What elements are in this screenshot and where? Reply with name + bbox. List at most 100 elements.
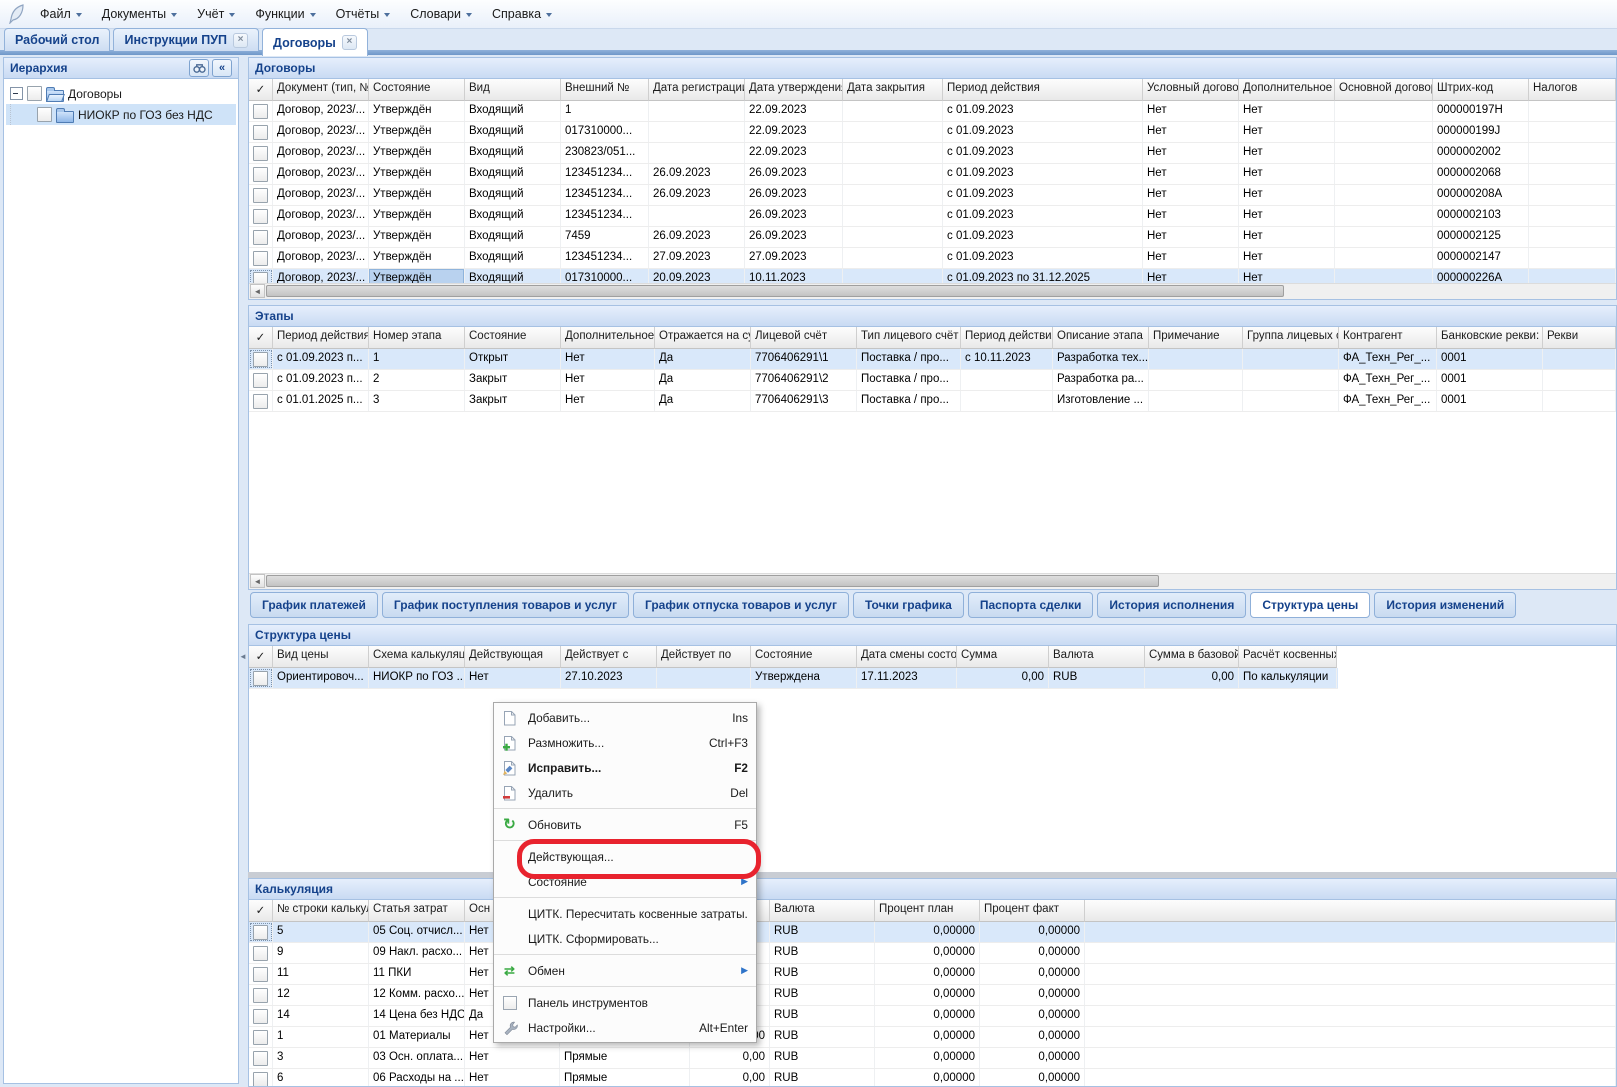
scrollbar-thumb[interactable]	[266, 575, 1159, 587]
context-menu-item-0[interactable]: Добавить...Ins	[494, 705, 756, 730]
column-header[interactable]: ✓	[249, 646, 273, 668]
tree-node-dogovory[interactable]: Договоры	[6, 83, 236, 104]
etapy-hscrollbar[interactable]: ◄	[249, 573, 1616, 589]
row-checkbox[interactable]	[253, 967, 268, 982]
checkbox-cell[interactable]	[249, 668, 273, 688]
column-header[interactable]: Отражается на су	[655, 327, 751, 349]
column-header[interactable]: Дополнительное с	[1239, 79, 1335, 101]
column-header[interactable]: Примечание	[1149, 327, 1243, 349]
column-header[interactable]	[1085, 900, 1616, 922]
context-menu-item-2[interactable]: Исправить...F2	[494, 755, 756, 780]
menu-6[interactable]: Справка	[482, 4, 562, 24]
checkbox-cell[interactable]	[249, 943, 273, 963]
table-row[interactable]: Договор, 2023/...УтверждёнВходящий122.09…	[249, 101, 1616, 122]
column-header[interactable]: Валюта	[1049, 646, 1145, 668]
column-header[interactable]: № строки калькул	[273, 900, 369, 922]
checkbox-cell[interactable]	[249, 922, 273, 942]
scroll-left-icon[interactable]: ◄	[250, 574, 265, 588]
tree-expand-icon[interactable]	[10, 87, 23, 100]
function-tab-7[interactable]: История изменений	[1374, 592, 1516, 618]
row-checkbox[interactable]	[253, 373, 268, 388]
function-tab-4[interactable]: Паспорта сделки	[968, 592, 1094, 618]
table-row[interactable]: 1111 ПКИНетRUB0,000000,00000	[249, 964, 1616, 985]
column-header[interactable]: Основной договор	[1335, 79, 1433, 101]
checkbox-cell[interactable]	[249, 248, 273, 268]
checkbox-cell[interactable]	[249, 985, 273, 1005]
column-header[interactable]: Статья затрат	[369, 900, 465, 922]
context-menu-item-7[interactable]: Действующая...	[494, 844, 756, 869]
column-header[interactable]: Дата закрытия	[843, 79, 943, 101]
column-header[interactable]: Внешний №	[561, 79, 649, 101]
checkbox-cell[interactable]	[249, 143, 273, 163]
context-menu-item-3[interactable]: УдалитьDel	[494, 780, 756, 805]
column-header[interactable]: Состояние	[751, 646, 857, 668]
table-row[interactable]: 101 МатериалыНетПрямые0,00RUB0,000000,00…	[249, 1027, 1616, 1048]
column-header[interactable]: Схема калькуляци	[369, 646, 465, 668]
column-header[interactable]: Период действия д	[961, 327, 1053, 349]
table-row[interactable]: Договор, 2023/...УтверждёнВходящий123451…	[249, 164, 1616, 185]
checkbox-cell[interactable]	[249, 964, 273, 984]
tree-node-label[interactable]: НИОКР по ГОЗ без НДС	[78, 108, 213, 122]
column-header[interactable]: Валюта	[770, 900, 875, 922]
column-header[interactable]: Период действия	[943, 79, 1143, 101]
column-header[interactable]: Действующая	[465, 646, 561, 668]
row-checkbox[interactable]	[253, 671, 268, 686]
checkbox-cell[interactable]	[249, 269, 273, 283]
function-tab-0[interactable]: График платежей	[250, 592, 378, 618]
column-header[interactable]: Действует с	[561, 646, 657, 668]
table-row[interactable]: 909 Накл. расхо...НетRUB0,000000,00000	[249, 943, 1616, 964]
context-menu-item-5[interactable]: ↻ОбновитьF5	[494, 812, 756, 837]
checkbox-cell[interactable]	[249, 164, 273, 184]
row-checkbox[interactable]	[253, 167, 268, 182]
row-checkbox[interactable]	[253, 394, 268, 409]
column-header[interactable]: Состояние	[369, 79, 465, 101]
tab-0[interactable]: Рабочий стол	[4, 28, 110, 51]
menu-4[interactable]: Отчёты	[326, 4, 401, 24]
tree-node-label[interactable]: Договоры	[68, 87, 122, 101]
column-header[interactable]: Описание этапа	[1053, 327, 1149, 349]
column-header[interactable]: Дата утверждения	[745, 79, 843, 101]
context-menu-item-11[interactable]: ЦИТК. Сформировать...	[494, 926, 756, 951]
row-checkbox[interactable]	[253, 1072, 268, 1087]
close-icon[interactable]: ×	[342, 35, 357, 50]
row-checkbox[interactable]	[253, 988, 268, 1003]
tree-checkbox[interactable]	[27, 86, 42, 101]
row-checkbox[interactable]	[253, 209, 268, 224]
table-row[interactable]: с 01.01.2025 п...3ЗакрытНетДа7706406291\…	[249, 391, 1616, 412]
checkbox-cell[interactable]	[249, 206, 273, 226]
column-header[interactable]: Документ (тип, №	[273, 79, 369, 101]
tab-2[interactable]: Договоры×	[262, 28, 368, 56]
checkbox-cell[interactable]	[249, 227, 273, 247]
table-row[interactable]: 1414 Цена без НДСДаRUB0,000000,00000	[249, 1006, 1616, 1027]
context-menu-item-1[interactable]: Размножить...Ctrl+F3	[494, 730, 756, 755]
column-header[interactable]: Тип лицевого счёт	[857, 327, 961, 349]
column-header[interactable]: Банковские рекви:	[1437, 327, 1543, 349]
scrollbar-thumb[interactable]	[266, 285, 1284, 297]
context-menu-item-13[interactable]: ⇄Обмен▶	[494, 958, 756, 983]
column-header[interactable]: Группа лицевых сч	[1243, 327, 1339, 349]
dogovory-hscrollbar[interactable]: ◄	[249, 283, 1616, 299]
tab-1[interactable]: Инструкции ПУП×	[113, 28, 259, 51]
row-checkbox[interactable]	[253, 352, 268, 367]
table-row[interactable]: 1212 Комм. расхо...НетRUB0,000000,00000	[249, 985, 1616, 1006]
table-row[interactable]: 303 Осн. оплата...НетПрямые0,00RUB0,0000…	[249, 1048, 1616, 1069]
column-header[interactable]: Дополнительное с	[561, 327, 655, 349]
menu-0[interactable]: Файл	[30, 4, 92, 24]
checkbox-cell[interactable]	[249, 370, 273, 390]
row-checkbox[interactable]	[253, 188, 268, 203]
table-row[interactable]: 606 Расходы на ...НетПрямые0,00RUB0,0000…	[249, 1069, 1616, 1086]
column-header[interactable]: Налогов	[1529, 79, 1616, 101]
row-checkbox[interactable]	[253, 272, 268, 284]
menu-3[interactable]: Функции	[245, 4, 325, 24]
table-row[interactable]: с 01.09.2023 п...1ОткрытНетДа7706406291\…	[249, 349, 1616, 370]
row-checkbox[interactable]	[253, 125, 268, 140]
column-header[interactable]: Период действия..	[273, 327, 369, 349]
row-checkbox[interactable]	[253, 1051, 268, 1066]
column-header[interactable]: Дата регистрации.	[649, 79, 745, 101]
table-row[interactable]: Ориентировоч...НИОКР по ГОЗ ...Нет27.10.…	[249, 668, 1338, 689]
tree-checkbox[interactable]	[37, 107, 52, 122]
context-menu-item-10[interactable]: ЦИТК. Пересчитать косвенные затраты...	[494, 901, 756, 926]
context-menu-item-16[interactable]: Настройки...Alt+Enter	[494, 1015, 756, 1040]
function-tab-3[interactable]: Точки графика	[853, 592, 964, 618]
menu-1[interactable]: Документы	[92, 4, 187, 24]
